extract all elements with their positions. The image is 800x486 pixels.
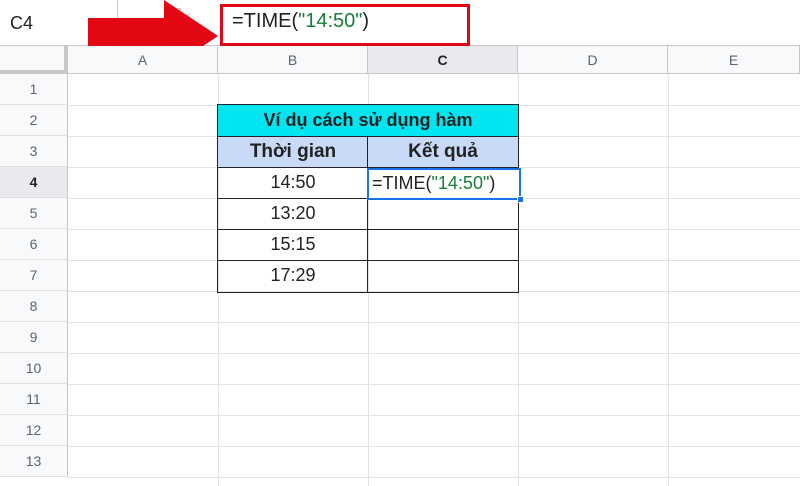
row-header-4[interactable]: 4	[0, 167, 68, 198]
row-header-5[interactable]: 5	[0, 198, 68, 229]
row-header-8[interactable]: 8	[0, 291, 68, 322]
cell-formula-suffix: )	[489, 173, 496, 193]
table-border	[217, 104, 218, 293]
fill-handle[interactable]	[517, 196, 524, 203]
formula-highlight-box	[220, 4, 470, 46]
grid-line	[68, 415, 800, 416]
cell-formula-editor[interactable]: =TIME("14:50")	[372, 173, 495, 194]
time-cell[interactable]: 14:50	[218, 167, 368, 198]
table-title-cell[interactable]: Ví dụ cách sử dụng hàm	[218, 105, 518, 136]
header-cell-time[interactable]: Thời gian	[218, 136, 368, 167]
column-header-e[interactable]: E	[668, 46, 800, 74]
result-cell[interactable]	[368, 260, 518, 291]
grid-line	[68, 446, 800, 447]
grid-line	[68, 353, 800, 354]
row-header-9[interactable]: 9	[0, 322, 68, 353]
cell-formula-prefix: =TIME(	[372, 173, 432, 193]
table-border	[367, 136, 368, 293]
row-header-7[interactable]: 7	[0, 260, 68, 291]
select-all-corner[interactable]	[0, 46, 68, 74]
time-cell[interactable]: 15:15	[218, 229, 368, 260]
time-cell[interactable]: 13:20	[218, 198, 368, 229]
column-header-d[interactable]: D	[518, 46, 668, 74]
row-header-12[interactable]: 12	[0, 415, 68, 446]
grid-line	[68, 477, 800, 478]
cell-formula-string: "14:50"	[431, 173, 490, 193]
table-border	[217, 260, 519, 261]
header-cell-result[interactable]: Kết quả	[368, 136, 518, 167]
row-header-13[interactable]: 13	[0, 446, 68, 477]
time-cell[interactable]: 17:29	[218, 260, 368, 291]
row-header-2[interactable]: 2	[0, 105, 68, 136]
column-header-c[interactable]: C	[368, 46, 518, 74]
grid-line	[68, 322, 800, 323]
table-border	[217, 136, 519, 137]
result-cell[interactable]	[368, 198, 518, 229]
column-header-a[interactable]: A	[68, 46, 218, 74]
column-header-b[interactable]: B	[218, 46, 368, 74]
table-border	[217, 292, 519, 293]
row-header-3[interactable]: 3	[0, 136, 68, 167]
table-border	[217, 229, 519, 230]
row-header-11[interactable]: 11	[0, 384, 68, 415]
row-header-1[interactable]: 1	[0, 74, 68, 105]
result-cell[interactable]	[368, 229, 518, 260]
grid-line	[68, 384, 800, 385]
table-border	[217, 104, 519, 105]
row-header-10[interactable]: 10	[0, 353, 68, 384]
row-header-6[interactable]: 6	[0, 229, 68, 260]
